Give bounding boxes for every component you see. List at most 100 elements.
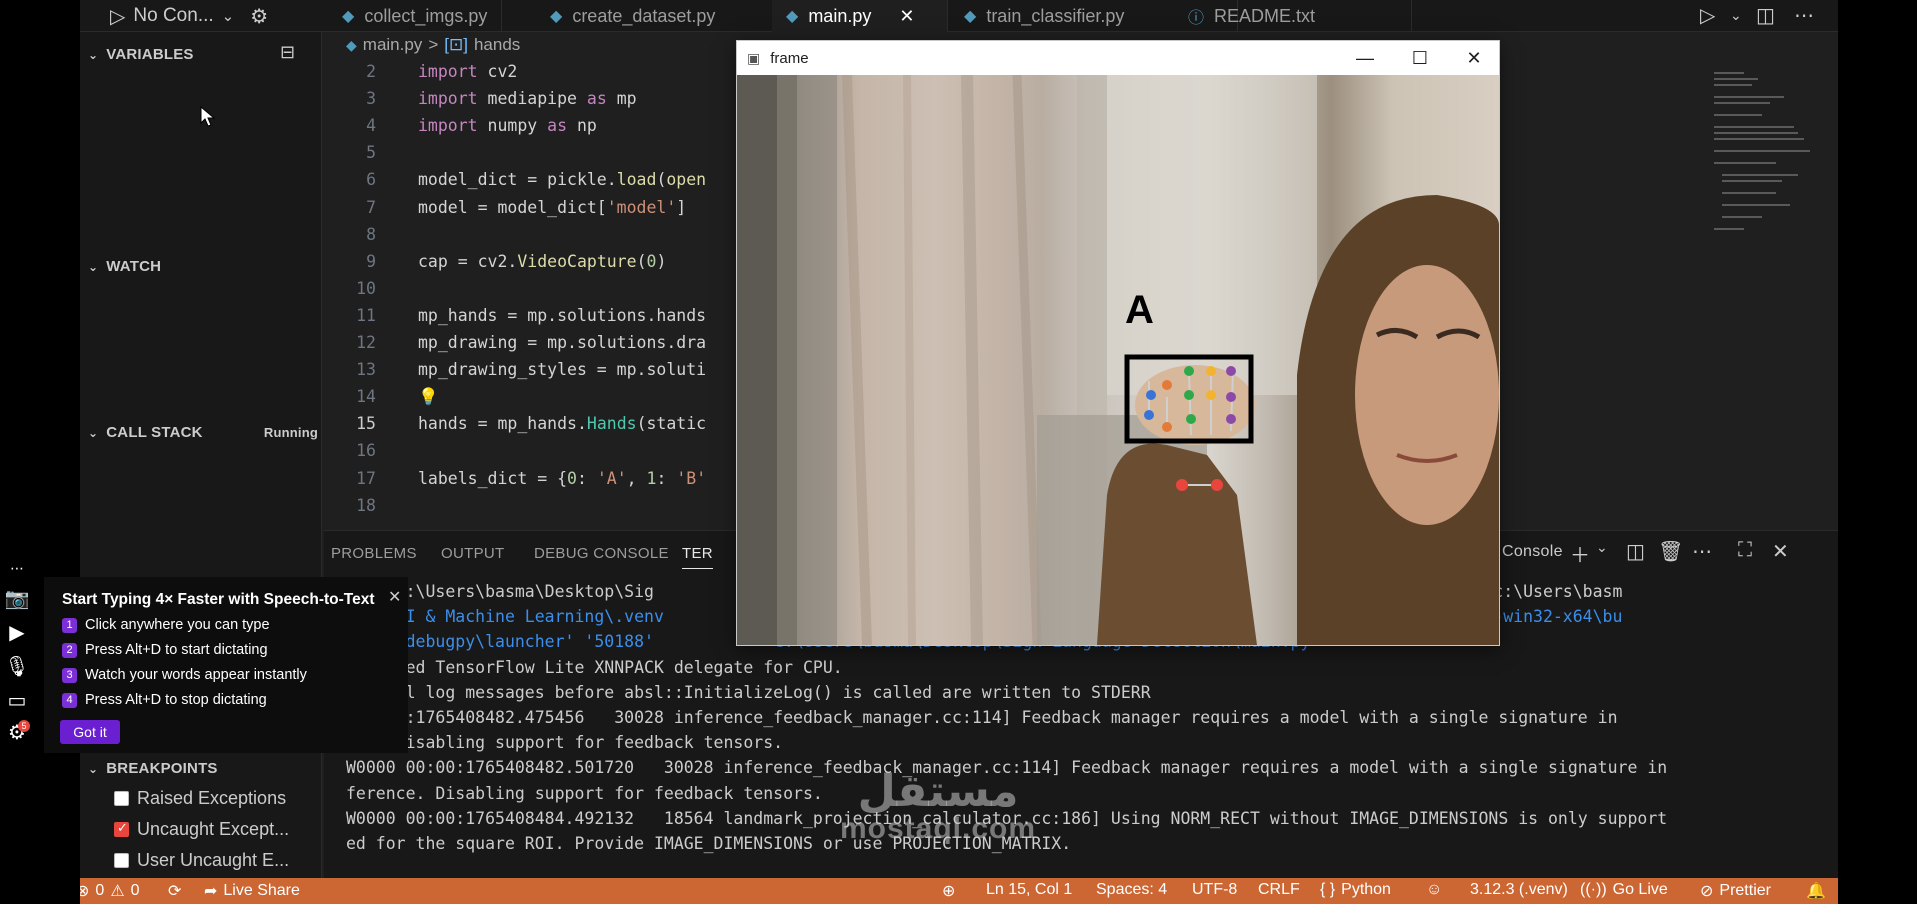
breakpoint-raised-exceptions[interactable]: Raised Exceptions xyxy=(114,788,286,809)
webcam-scene: A xyxy=(737,75,1499,645)
collapse-all-icon[interactable]: ⊟ xyxy=(280,42,295,63)
prettier-button[interactable]: ⊘ Prettier xyxy=(1700,881,1771,901)
call-stack-section-header[interactable]: ⌄ CALL STACK Running xyxy=(88,424,318,441)
microphone-icon[interactable]: 🎙 xyxy=(4,654,30,680)
video-camera-icon[interactable]: ▶ xyxy=(4,620,30,646)
breadcrumb-symbol[interactable]: hands xyxy=(474,35,520,55)
checkbox[interactable] xyxy=(114,853,129,868)
code-line[interactable]: 8 xyxy=(324,221,418,248)
code-line[interactable]: 16 xyxy=(324,437,418,464)
chevron-down-icon: ⌄ xyxy=(88,259,99,274)
plus-icon[interactable]: ＋ xyxy=(1570,539,1590,568)
debug-run-icon[interactable]: ⟳ xyxy=(168,881,181,901)
code-line[interactable]: 4 import numpy as np xyxy=(324,112,597,139)
terminal-profile-label[interactable]: Console xyxy=(1502,543,1563,561)
trash-icon[interactable]: 🗑 xyxy=(1658,539,1683,564)
minimap[interactable] xyxy=(1708,66,1818,246)
debug-config-select[interactable]: No Con... xyxy=(133,5,213,27)
code-token: mp_drawing_styles = mp.soluti xyxy=(418,360,707,380)
split-editor-icon[interactable]: ◫ xyxy=(1756,3,1775,28)
code-token: mp_drawing = mp.solutions.dra xyxy=(418,333,707,352)
got-it-button[interactable]: Got it xyxy=(60,720,120,744)
more-actions-icon[interactable]: ⋯ xyxy=(1692,539,1712,564)
code-line[interactable]: 3 import mediapipe as mp xyxy=(324,85,637,112)
code-token: import xyxy=(418,116,478,136)
close-icon[interactable]: ✕ xyxy=(899,6,914,27)
opencv-frame-window[interactable]: ▣ frame — ☐ ✕ A xyxy=(736,40,1500,646)
chevron-down-icon[interactable]: ⌄ xyxy=(222,7,235,25)
tab-problems[interactable]: PROBLEMS xyxy=(331,545,417,562)
checkbox[interactable] xyxy=(114,791,129,806)
language-mode[interactable]: { } Python xyxy=(1320,881,1391,899)
code-line[interactable]: 14 💡 xyxy=(324,383,439,410)
maximize-icon[interactable]: ☐ xyxy=(1397,45,1443,71)
code-line[interactable]: 7 model = model_dict['model'] xyxy=(324,194,686,221)
code-line[interactable]: 18 xyxy=(324,492,418,519)
screen: ▷ No Con... ⌄ ⚙ ◆ collect_imgs.py ◆ crea… xyxy=(0,0,1917,904)
python-file-icon: ◆ xyxy=(346,36,357,53)
cursor-position[interactable]: Ln 15, Col 1 xyxy=(986,881,1072,899)
more-actions-icon[interactable]: ⋯ xyxy=(1794,3,1814,28)
breadcrumb-file[interactable]: main.py xyxy=(363,35,423,55)
code-line[interactable]: 2 import cv2 xyxy=(324,58,517,85)
go-live-button[interactable]: ((·)) Go Live xyxy=(1580,881,1668,899)
live-share-icon: ➦ xyxy=(204,883,218,900)
code-line[interactable]: 10 xyxy=(324,275,418,302)
code-token: , xyxy=(626,468,647,488)
breakpoints-section-header[interactable]: ⌄ BREAKPOINTS xyxy=(88,760,218,777)
problems-indicator[interactable]: ⊗ 0 ⚠ 0 xyxy=(80,881,140,901)
breakpoint-uncaught-exceptions[interactable]: Uncaught Except... xyxy=(114,819,289,840)
start-debugging-icon[interactable]: ▷ xyxy=(110,4,125,29)
code-line[interactable]: 5 xyxy=(324,139,418,166)
gear-icon[interactable]: ⚙ xyxy=(250,4,268,29)
zoom-icon[interactable]: ⊕ xyxy=(942,881,955,901)
code-line[interactable]: 11 mp_hands = mp.solutions.hands xyxy=(324,302,706,329)
breakpoint-user-uncaught[interactable]: User Uncaught E... xyxy=(114,850,289,871)
camera-icon[interactable]: 📷 xyxy=(4,586,30,612)
close-icon[interactable]: ✕ xyxy=(388,587,401,607)
tab-debug-console[interactable]: DEBUG CONSOLE xyxy=(534,545,669,562)
tab-collect-imgs[interactable]: ◆ collect_imgs.py xyxy=(328,0,503,32)
close-panel-icon[interactable]: ✕ xyxy=(1772,539,1789,564)
prediction-label: A xyxy=(1125,288,1154,332)
line-ending[interactable]: CRLF xyxy=(1258,881,1300,899)
chevron-down-icon[interactable]: ⌄ xyxy=(1730,7,1742,24)
split-terminal-icon[interactable]: ◫ xyxy=(1626,539,1645,564)
tab-main[interactable]: ◆ main.py ✕ xyxy=(772,0,948,32)
code-line[interactable]: 9 cap = cv2.VideoCapture(0) xyxy=(324,248,666,275)
lightbulb-icon[interactable]: 💡 xyxy=(418,387,439,406)
notifications-bell-icon[interactable]: 🔔 xyxy=(1806,881,1826,901)
line-number: 10 xyxy=(356,278,376,298)
watermark-arabic: مستقل xyxy=(857,767,1019,816)
more-icon[interactable]: ⋯ xyxy=(4,560,30,586)
popup-step: 3 Watch your words appear instantly xyxy=(62,667,307,683)
watermark-latin: mostaql.com xyxy=(840,812,1037,845)
code-line[interactable]: 17 labels_dict = {0: 'A', 1: 'B' xyxy=(324,465,706,492)
watch-section-header[interactable]: ⌄ WATCH xyxy=(88,258,161,275)
code-line[interactable]: 12 mp_drawing = mp.solutions.dra xyxy=(324,329,706,356)
tab-output[interactable]: OUTPUT xyxy=(441,545,504,562)
copilot-icon[interactable]: ☺ xyxy=(1426,881,1442,899)
code-token: (static xyxy=(636,414,707,434)
chevron-down-icon[interactable]: ⌄ xyxy=(1596,539,1608,556)
python-interpreter[interactable]: 3.12.3 (.venv) xyxy=(1470,881,1568,899)
code-token: numpy xyxy=(477,116,548,136)
indentation[interactable]: Spaces: 4 xyxy=(1096,881,1167,899)
close-icon[interactable]: ✕ xyxy=(1451,45,1497,71)
tab-terminal[interactable]: TER xyxy=(682,545,713,569)
terminal-line: ference. Disabling support for feedback … xyxy=(346,783,823,803)
code-line[interactable]: 15 hands = mp_hands.Hands(static xyxy=(324,410,706,437)
run-icon[interactable]: ▷ xyxy=(1700,3,1715,28)
frame-title-bar[interactable]: ▣ frame — ☐ ✕ xyxy=(737,41,1499,75)
checkbox-checked[interactable] xyxy=(114,820,129,837)
minimize-icon[interactable]: — xyxy=(1342,45,1388,71)
maximize-panel-icon[interactable]: ⛶ xyxy=(1738,539,1752,562)
tab-readme[interactable]: ⓘ README.txt xyxy=(1174,0,1412,32)
live-share-button[interactable]: ➦ Live Share xyxy=(204,881,300,901)
variables-section-header[interactable]: ⌄ VARIABLES xyxy=(88,46,194,63)
code-line[interactable]: 6 model_dict = pickle.load(open xyxy=(324,166,706,193)
line-code: mp_drawing_styles = mp.soluti xyxy=(418,360,706,379)
encoding[interactable]: UTF-8 xyxy=(1192,881,1237,899)
code-line[interactable]: 13 mp_drawing_styles = mp.soluti xyxy=(324,356,706,383)
window-icon[interactable]: ▭ xyxy=(4,688,30,714)
